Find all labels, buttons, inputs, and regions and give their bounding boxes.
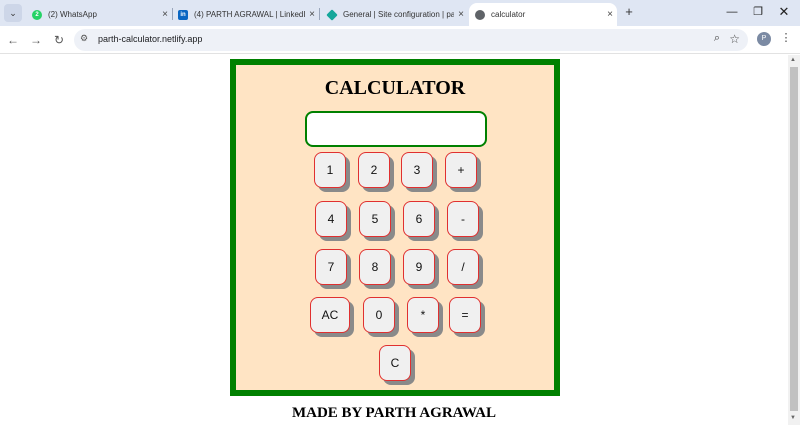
- tab-title: calculator: [491, 10, 526, 19]
- tab-calculator[interactable]: calculator ×: [469, 3, 617, 26]
- key-8[interactable]: 8: [359, 249, 391, 285]
- tab-strip: ⌄ 2 (2) WhatsApp × in (4) PARTH AGRAWAL …: [0, 0, 800, 26]
- linkedin-icon: in: [178, 9, 188, 20]
- bookmark-star-icon[interactable]: ☆: [729, 32, 740, 46]
- scroll-down-arrow-icon[interactable]: ▼: [790, 415, 796, 421]
- key-4[interactable]: 4: [315, 201, 347, 237]
- tab-close-icon[interactable]: ×: [158, 9, 172, 20]
- footer-credit: MADE BY PARTH AGRAWAL: [291, 405, 497, 421]
- globe-icon: [475, 9, 485, 20]
- key-equals[interactable]: =: [449, 297, 481, 333]
- address-url[interactable]: parth-calculator.netlify.app: [98, 34, 202, 44]
- minimize-icon[interactable]: —: [718, 3, 746, 21]
- calculator-display[interactable]: [305, 111, 487, 147]
- tab-netlify[interactable]: General | Site configuration | pa ×: [321, 3, 468, 26]
- tab-close-icon[interactable]: ×: [454, 9, 468, 20]
- restore-icon[interactable]: ❐: [744, 3, 772, 21]
- back-arrow-icon[interactable]: ←: [4, 31, 22, 49]
- key-divide[interactable]: /: [447, 249, 479, 285]
- key-multiply[interactable]: *: [407, 297, 439, 333]
- key-9[interactable]: 9: [403, 249, 435, 285]
- zoom-magnifier-icon[interactable]: ⌕: [714, 32, 720, 45]
- key-clear[interactable]: C: [379, 345, 411, 381]
- tab-search-chevron-icon[interactable]: ⌄: [4, 4, 22, 22]
- profile-avatar[interactable]: P: [757, 32, 771, 46]
- tab-close-icon[interactable]: ×: [305, 9, 319, 20]
- calculator-panel: CALCULATOR 1 2 3 + 4 5 6 - 7 8 9 / AC 0 …: [230, 59, 560, 396]
- tab-title: (2) WhatsApp: [48, 10, 97, 19]
- netlify-icon: [326, 8, 338, 21]
- key-2[interactable]: 2: [358, 152, 390, 188]
- key-plus[interactable]: +: [445, 152, 477, 188]
- key-7[interactable]: 7: [315, 249, 347, 285]
- new-tab-plus-icon[interactable]: +: [621, 4, 637, 20]
- forward-arrow-icon[interactable]: →: [27, 31, 45, 49]
- close-window-icon[interactable]: ✕: [770, 3, 798, 21]
- key-3[interactable]: 3: [401, 152, 433, 188]
- reload-icon[interactable]: ↻: [50, 31, 68, 49]
- scroll-up-arrow-icon[interactable]: ▲: [790, 57, 796, 63]
- address-bar[interactable]: ⚙ parth-calculator.netlify.app ⌕ ☆: [74, 29, 748, 51]
- key-all-clear[interactable]: AC: [310, 297, 350, 333]
- key-6[interactable]: 6: [403, 201, 435, 237]
- whatsapp-icon: 2: [32, 9, 42, 20]
- more-menu-icon[interactable]: ⋮: [780, 31, 792, 44]
- tab-close-icon[interactable]: ×: [603, 9, 617, 20]
- browser-toolbar: ← → ↻ ⚙ parth-calculator.netlify.app ⌕ ☆…: [0, 26, 800, 54]
- scrollbar-thumb[interactable]: [790, 67, 798, 411]
- site-info-icon[interactable]: ⚙: [80, 33, 88, 44]
- calculator-title: CALCULATOR: [324, 77, 466, 99]
- key-0[interactable]: 0: [363, 297, 395, 333]
- key-minus[interactable]: -: [447, 201, 479, 237]
- key-1[interactable]: 1: [314, 152, 346, 188]
- tab-title: (4) PARTH AGRAWAL | LinkedIn: [194, 10, 305, 19]
- tab-linkedin[interactable]: in (4) PARTH AGRAWAL | LinkedIn ×: [172, 3, 320, 26]
- browser-window: ⌄ 2 (2) WhatsApp × in (4) PARTH AGRAWAL …: [0, 0, 800, 425]
- tab-whatsapp[interactable]: 2 (2) WhatsApp ×: [26, 3, 173, 26]
- page-content: CALCULATOR 1 2 3 + 4 5 6 - 7 8 9 / AC 0 …: [0, 55, 788, 425]
- key-5[interactable]: 5: [359, 201, 391, 237]
- tab-title: General | Site configuration | pa: [343, 10, 454, 19]
- page-scrollbar[interactable]: ▲ ▼: [788, 55, 800, 425]
